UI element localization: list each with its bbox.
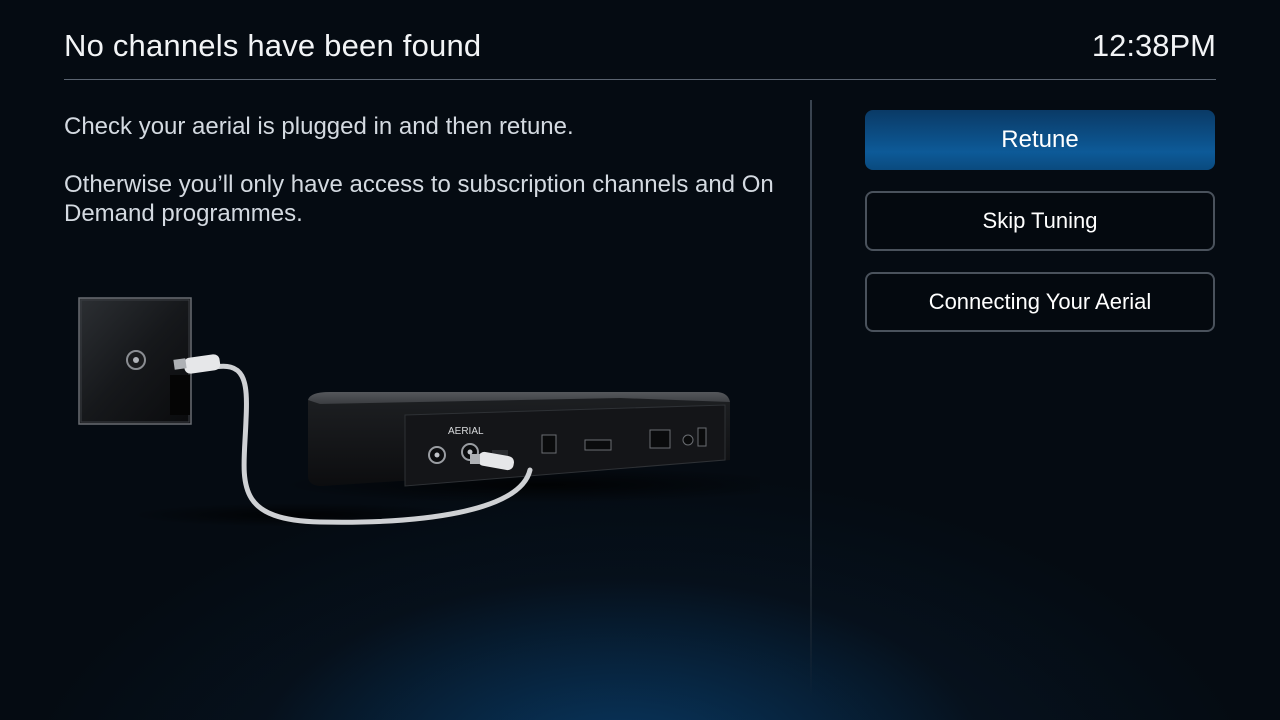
- aerial-illustration: AERIAL: [60, 280, 800, 540]
- box-aerial-label: AERIAL: [448, 426, 484, 437]
- box-port-icon: [541, 434, 557, 454]
- clock: 12:38PM: [1091, 28, 1216, 63]
- message: Check your aerial is plugged in and then…: [64, 112, 784, 257]
- action-menu: Retune Skip Tuning Connecting Your Aeria…: [865, 110, 1215, 353]
- vertical-divider: [810, 100, 812, 700]
- skip-tuning-button[interactable]: Skip Tuning: [865, 191, 1215, 251]
- box-ethernet-port-icon: [649, 429, 671, 449]
- page-title: No channels have been found: [64, 28, 482, 63]
- connecting-your-aerial-button[interactable]: Connecting Your Aerial: [865, 272, 1215, 332]
- header-divider: [64, 79, 1216, 80]
- box-hdmi-port-icon: [584, 439, 612, 451]
- box-power-port-icon: [682, 434, 694, 446]
- message-line-2: Otherwise you’ll only have access to sub…: [64, 171, 774, 227]
- floor-shadow: [130, 503, 470, 527]
- retune-button[interactable]: Retune: [865, 110, 1215, 170]
- message-line-1: Check your aerial is plugged in and then…: [64, 113, 574, 140]
